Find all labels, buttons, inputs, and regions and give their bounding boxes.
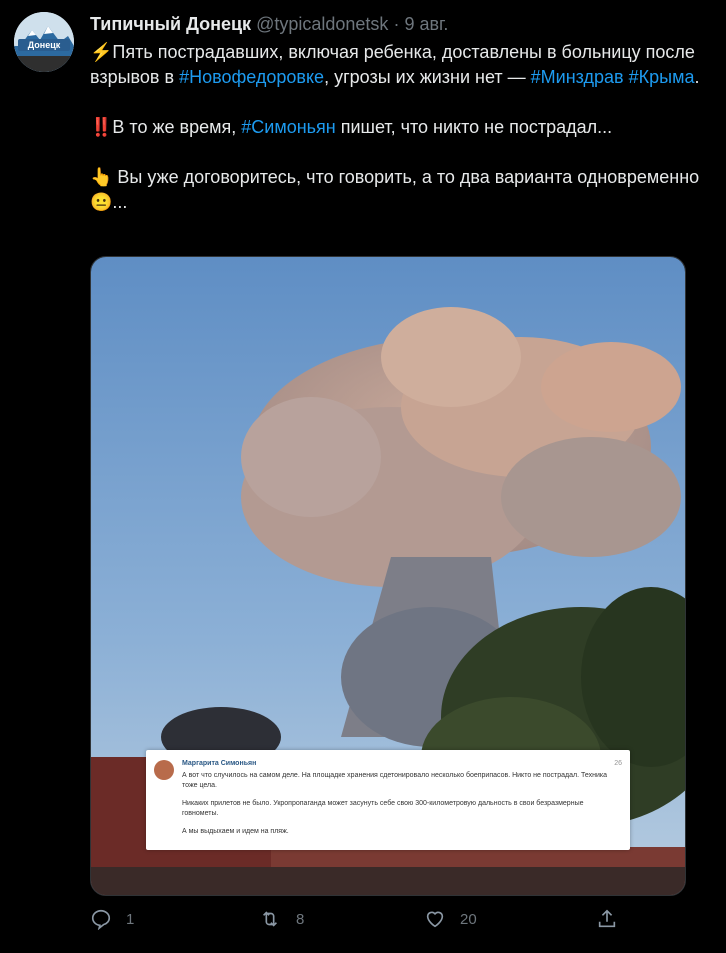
embedded-screenshot-post: Маргарита Симоньян 26 А вот что случилос… bbox=[146, 750, 630, 850]
share-icon bbox=[598, 909, 616, 928]
paragraph-1: ⚡Пять пострадавших, включая ребенка, дос… bbox=[90, 40, 716, 90]
text-segment: ... bbox=[112, 192, 128, 212]
avatar[interactable]: Донецк bbox=[14, 12, 74, 72]
paragraph-3: 👆 Вы уже договоритесь, что говорить, а т… bbox=[90, 165, 716, 215]
embedded-paragraph: А вот что случилось на самом деле. На пл… bbox=[182, 772, 608, 789]
hashtag-kryma[interactable]: #Крыма bbox=[629, 67, 695, 87]
embedded-paragraph: А мы выдыхаем и идем на пляж. bbox=[182, 828, 289, 835]
embedded-author: Маргарита Симоньян bbox=[182, 760, 257, 767]
reply-count: 1 bbox=[126, 910, 135, 928]
reply-button[interactable]: 1 bbox=[90, 908, 134, 930]
text-segment: Вы уже договоритесь, что говорить, а то … bbox=[112, 167, 700, 187]
double-exclamation-emoji: ‼️ bbox=[90, 117, 113, 137]
embedded-paragraph: Никаких прилетов не было. Укропропаганда… bbox=[182, 800, 584, 817]
tweet-header: Типичный Донецк @typicaldonetsk · 9 авг. bbox=[90, 12, 448, 36]
text-segment: , угрозы их жизни нет — bbox=[324, 67, 531, 87]
retweet-count: 8 bbox=[296, 910, 305, 928]
retweet-button[interactable]: 8 bbox=[258, 908, 304, 930]
author-handle[interactable]: @typicaldonetsk bbox=[256, 14, 388, 34]
author-name[interactable]: Типичный Донецк bbox=[90, 14, 251, 34]
like-count: 20 bbox=[460, 910, 477, 928]
reply-icon bbox=[91, 909, 111, 930]
text-segment: . bbox=[694, 67, 700, 87]
text-segment: В то же время, bbox=[112, 117, 242, 137]
paragraph-2: ‼️В то же время, #Симоньян пишет, что ни… bbox=[90, 115, 716, 140]
hashtag-novofedorovka[interactable]: #Новофедоровке bbox=[179, 67, 324, 87]
tweet-date[interactable]: 9 авг. bbox=[404, 14, 448, 34]
text-segment: пишет, что никто не пострадал... bbox=[335, 117, 613, 137]
hashtag-simonyan[interactable]: #Симоньян bbox=[241, 117, 335, 137]
like-icon bbox=[426, 911, 444, 928]
embedded-avatar bbox=[154, 760, 174, 780]
avatar-logo-text: Донецк bbox=[28, 40, 61, 50]
hashtag-minzdrav[interactable]: #Минздрав bbox=[531, 67, 624, 87]
tweet-actions: 1 8 20 bbox=[90, 908, 716, 938]
like-button[interactable]: 20 bbox=[424, 908, 477, 930]
embedded-text: А вот что случилось на самом деле. На пл… bbox=[182, 771, 612, 845]
tweet-text: ⚡Пять пострадавших, включая ребенка, дос… bbox=[90, 40, 716, 215]
embedded-date: 26 bbox=[614, 760, 622, 767]
pointing-up-emoji: 👆 bbox=[90, 167, 113, 187]
lightning-emoji: ⚡ bbox=[90, 42, 113, 62]
retweet-icon bbox=[262, 911, 278, 927]
separator: · bbox=[393, 14, 400, 34]
neutral-face-emoji: 😐 bbox=[90, 192, 113, 212]
share-button[interactable] bbox=[596, 908, 618, 930]
